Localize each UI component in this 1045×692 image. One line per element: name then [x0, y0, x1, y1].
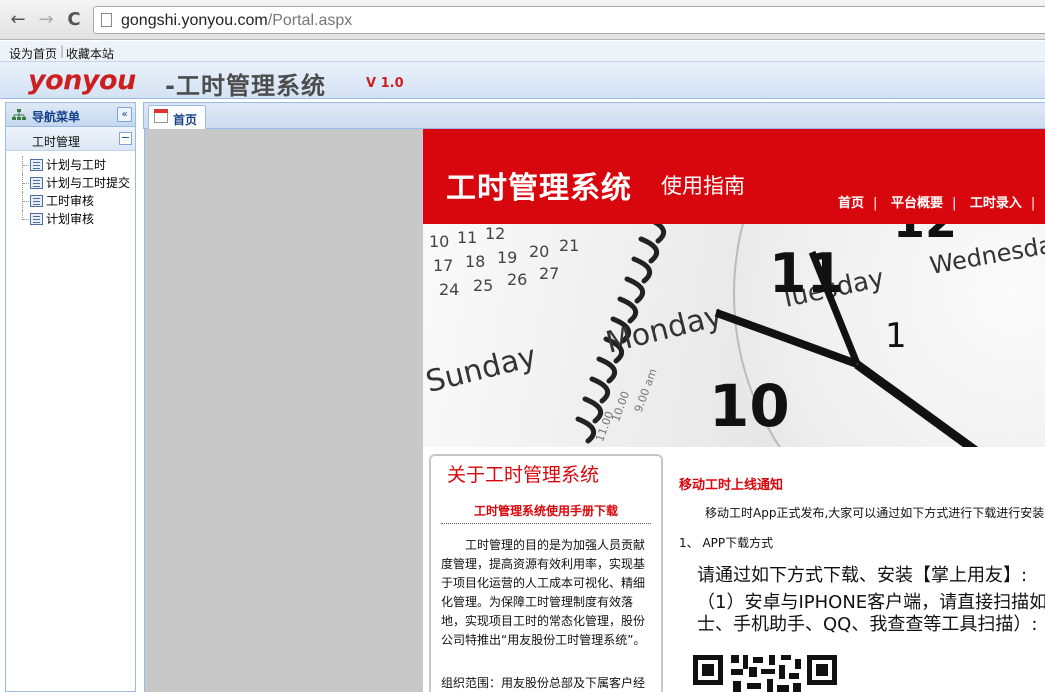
form-icon — [30, 213, 43, 225]
portal-page: 工时管理系统 使用指南 首页| 平台概要| 工时录入| 工 10 11 12 1… — [423, 129, 1045, 692]
tree-menu-icon — [12, 109, 26, 120]
calendar-number: 12 — [485, 224, 506, 243]
form-icon — [30, 159, 43, 171]
tree-item-label: 计划与工时 — [46, 158, 107, 172]
tab-label: 首页 — [173, 113, 198, 127]
form-icon — [30, 195, 43, 207]
calendar-number: 18 — [465, 252, 486, 271]
about-panel: 关于工时管理系统 工时管理系统使用手册下载 工时管理的目的是为加强人员贡献度管理… — [429, 454, 663, 692]
notice-step: 1、 APP下载方式 — [679, 536, 774, 550]
forward-button[interactable]: → — [36, 10, 56, 30]
tab-home[interactable]: 首页 — [148, 105, 206, 130]
calendar-number: 24 — [439, 280, 460, 299]
tab-strip: 首页 — [143, 102, 1045, 130]
notice-scan-text: （1）安卓与IPHONE客户端，请直接扫描如下二维 士、手机助手、QQ、我查查等… — [697, 592, 1045, 636]
app-subtitle: -工时管理系统 — [165, 72, 326, 100]
menu-group-title: 工时管理 — [32, 135, 81, 149]
group-collapse-button[interactable]: − — [119, 132, 132, 145]
reload-button[interactable]: C — [64, 10, 84, 30]
portal-nav-overview[interactable]: 平台概要 — [891, 192, 943, 211]
portal-header: 工时管理系统 使用指南 首页| 平台概要| 工时录入| 工 — [423, 129, 1045, 224]
calendar-number: 17 — [433, 256, 454, 275]
app-banner: yonyou -工时管理系统 V 1.0 — [0, 62, 1045, 100]
portal-nav-entry[interactable]: 工时录入 — [970, 192, 1022, 211]
calendar-number: 11 — [457, 228, 478, 247]
tree-item-label: 工时审核 — [46, 194, 95, 208]
link-divider: | — [60, 44, 65, 58]
url-text: gongshi.yonyou.com/Portal.aspx — [121, 12, 352, 30]
back-button[interactable]: ← — [8, 10, 28, 30]
url-path: /Portal.aspx — [267, 12, 353, 29]
yonyou-logo: yonyou — [28, 65, 136, 96]
notice-scan-line1: （1）安卓与IPHONE客户端，请直接扫描如下二维 — [697, 592, 1045, 613]
sidebar-collapse-button[interactable]: « — [117, 107, 132, 122]
tree-item-plan-review[interactable]: 计划审核 — [6, 210, 135, 228]
tree-item-hours-review[interactable]: 工时审核 — [6, 192, 135, 210]
portal-nav-home[interactable]: 首页 — [838, 192, 864, 211]
calendar-number: 26 — [507, 270, 528, 289]
form-icon — [30, 177, 43, 189]
about-paragraph: 工时管理的目的是为加强人员贡献度管理，提高资源有效利用率，实现基于项目化运营的人… — [441, 538, 646, 647]
tab-content-area: 工时管理系统 使用指南 首页| 平台概要| 工时录入| 工 10 11 12 1… — [144, 129, 1045, 692]
clock-number-10: 10 — [709, 372, 790, 440]
about-title: 关于工时管理系统 — [447, 464, 600, 486]
tree-item-plan-hours-submit[interactable]: 计划与工时提交 — [6, 174, 135, 192]
notice-title: 移动工时上线通知 — [679, 478, 784, 493]
address-bar[interactable]: gongshi.yonyou.com/Portal.aspx — [93, 6, 1045, 34]
tree-item-label: 计划审核 — [46, 212, 95, 226]
nav-separator: | — [1030, 196, 1036, 211]
portal-subtitle: 使用指南 — [661, 174, 745, 198]
about-scope: 组织范围：用友股份总部及下属客户经 — [441, 676, 646, 690]
menu-group-header[interactable]: 工时管理 − — [6, 127, 135, 151]
app-version: V 1.0 — [366, 76, 404, 91]
qr-code-image — [691, 651, 841, 692]
browser-toolbar: ← → C gongshi.yonyou.com/Portal.aspx — [0, 0, 1045, 40]
notice-text: 移动工时App正式发布,大家可以通过如下方式进行下载进行安装 — [705, 506, 1045, 520]
calendar-number: 19 — [497, 248, 518, 267]
clock-number-12: 12 — [893, 224, 957, 248]
nav-separator: | — [873, 196, 878, 211]
menu-tree: 计划与工时 计划与工时提交 工时审核 计划审核 — [6, 151, 135, 228]
day-label-sunday: Sunday — [423, 338, 540, 401]
set-home-link[interactable]: 设为首页 — [9, 45, 57, 62]
top-links-bar: 设为首页 | 收藏本站 — [0, 41, 1045, 62]
page-icon — [101, 13, 112, 27]
notice-instruction: 请通过如下方式下载、安装【掌上用友】: — [697, 565, 1028, 586]
notice-scan-line2: 士、手机助手、QQ、我查查等工具扫描）: — [697, 614, 1038, 635]
sidebar-title: 导航菜单 — [32, 110, 81, 124]
tree-item-plan-hours[interactable]: 计划与工时 — [6, 156, 135, 174]
portal-nav: 首页| 平台概要| 工时录入| 工 — [838, 192, 1045, 211]
hero-calendar-image: 10 11 12 17 18 19 20 21 24 25 26 27 Sund… — [423, 224, 1045, 447]
url-host: gongshi.yonyou.com — [121, 12, 268, 29]
favorite-link[interactable]: 收藏本站 — [66, 45, 114, 62]
calendar-number: 10 — [429, 232, 450, 251]
portal-title: 工时管理系统 — [446, 171, 632, 206]
manual-download-link[interactable]: 工时管理系统使用手册下载 — [431, 502, 661, 519]
calendar-number: 25 — [473, 276, 494, 295]
navigation-sidebar: 导航菜单 « 工时管理 − 计划与工时 计划与工时提交 工时审核 计划审核 — [5, 102, 136, 692]
calendar-icon — [154, 109, 168, 123]
tree-item-label: 计划与工时提交 — [46, 176, 131, 190]
sidebar-header: 导航菜单 « — [6, 103, 135, 127]
clock-number-1: 1 — [885, 316, 907, 356]
nav-separator: | — [951, 196, 957, 211]
dotted-divider — [441, 523, 651, 524]
